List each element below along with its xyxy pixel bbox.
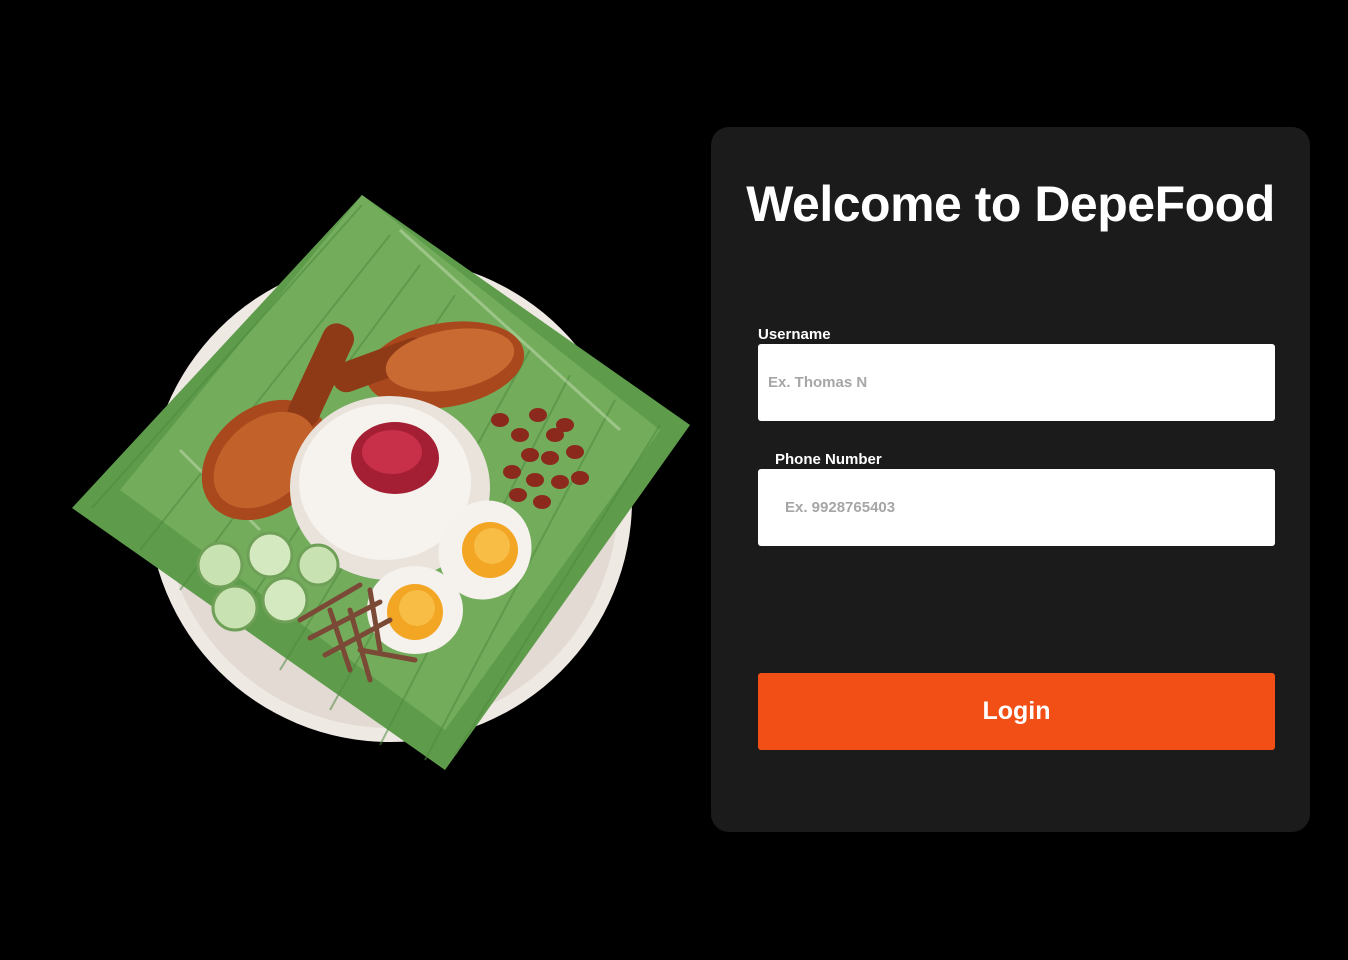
username-input[interactable] bbox=[758, 344, 1275, 421]
nasi-lemak-illustration bbox=[72, 195, 690, 770]
phone-number-label: Phone Number bbox=[775, 451, 882, 468]
login-button[interactable]: Login bbox=[758, 673, 1275, 750]
page-title: Welcome to DepeFood bbox=[746, 176, 1275, 232]
phone-number-input[interactable] bbox=[758, 469, 1275, 546]
login-card: Welcome to DepeFood Username Phone Numbe… bbox=[711, 127, 1310, 832]
username-label: Username bbox=[758, 326, 831, 343]
login-page: Welcome to DepeFood Username Phone Numbe… bbox=[0, 0, 1348, 960]
